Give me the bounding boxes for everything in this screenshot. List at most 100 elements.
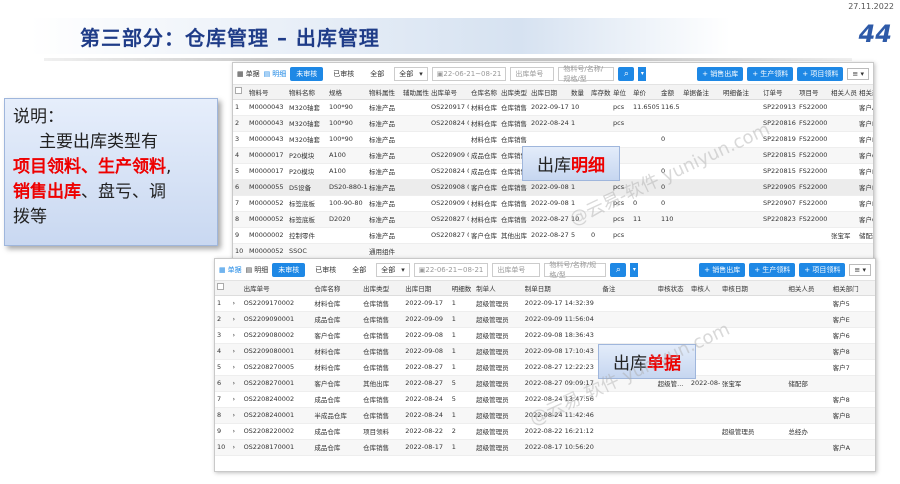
view-details[interactable]: ▤ 明细 [264, 69, 287, 79]
type-select[interactable]: 全部 ▾ [376, 262, 410, 277]
table-cell: OS220824 0001 [429, 163, 469, 180]
project-picking-button[interactable]: + 项目领料 [799, 262, 846, 277]
column-header[interactable]: 出库单号 [241, 281, 313, 296]
sales-outbound-button[interactable]: + 销售出库 [699, 262, 746, 277]
table-cell [655, 439, 689, 456]
column-header[interactable]: 仓库名称 [312, 281, 362, 296]
table-cell: 100*90 [327, 131, 367, 148]
column-header[interactable]: 相关部门 [857, 85, 873, 100]
table-cell: 2022-08-27 12:22:23 [522, 359, 601, 376]
view-documents[interactable]: ▦ 单据 [219, 265, 242, 275]
tab-reviewed[interactable]: 已审核 [309, 263, 342, 277]
search-button[interactable]: ⌕ [618, 66, 635, 81]
column-header[interactable]: 出库日期 [403, 281, 450, 296]
table-cell [719, 311, 787, 328]
table-row[interactable]: 8M0000052标签底板D2020标准产品 OS220827 0005材料仓库仓… [233, 211, 873, 228]
order-no-input[interactable]: 出库单号 [510, 66, 555, 81]
table-row[interactable]: 2M0000043M320轴套100*90标准产品 OS220824 0002材料… [233, 115, 873, 132]
column-header[interactable]: 相关部门 [830, 281, 875, 296]
column-header[interactable]: 辅助属性 [401, 85, 429, 100]
table-cell: P20模块 [287, 147, 327, 164]
column-header[interactable]: 相关人员 [829, 85, 857, 100]
project-picking-button[interactable]: + 项目领料 [797, 66, 844, 81]
column-header[interactable]: 单价 [631, 85, 659, 100]
tab-unreviewed[interactable]: 未审核 [272, 262, 306, 277]
column-header[interactable]: 明细数 [449, 281, 475, 296]
column-header[interactable]: 出库类型 [499, 85, 529, 100]
column-menu-button[interactable]: ≡ ▾ [847, 67, 869, 80]
column-header[interactable] [233, 85, 247, 100]
tab-unreviewed[interactable]: 未审核 [290, 66, 324, 81]
tab-reviewed[interactable]: 已审核 [327, 67, 360, 81]
material-search-input[interactable]: 物料号/名称/规格/型 [544, 261, 607, 279]
search-dropdown-button[interactable]: ▾ [630, 262, 639, 277]
column-header[interactable]: 单据备注 [681, 85, 721, 100]
table-row[interactable]: 1M0000043M320轴套100*90标准产品 OS220917 0002材料… [233, 99, 873, 116]
table-cell [829, 211, 857, 228]
column-header[interactable] [230, 281, 242, 296]
table-cell: 其他出库 [499, 227, 529, 244]
production-picking-button[interactable]: + 生产领料 [747, 66, 794, 81]
table-cell: M0000043 [247, 99, 287, 116]
table-row[interactable]: 4 › OS2209080001 材料仓库 仓库销售 2022-09-08 1 超级管理员 20… [215, 343, 875, 360]
table-row[interactable]: 2 › OS2209090001 成品仓库 仓库销售 2022-09-09 1 超级管理员 20… [215, 311, 875, 328]
table-row[interactable]: 10 › OS2208170001 成品仓库 仓库销售 2022-08-17 1 超级管理员 2… [215, 439, 875, 456]
column-header[interactable]: 库存数 [589, 85, 611, 100]
column-header[interactable]: 订单号 [761, 85, 797, 100]
column-header[interactable]: 出库单号 [429, 85, 469, 100]
tab-all[interactable]: 全部 [346, 263, 372, 277]
column-header[interactable]: 明细备注 [721, 85, 761, 100]
table-row[interactable]: 3 › OS2209080002 客户仓库 仓库销售 2022-09-08 1 超级管理员 20… [215, 327, 875, 344]
date-range-input[interactable]: ▣ 22-06-21~08-21 [413, 262, 489, 277]
column-header[interactable]: 制单日期 [522, 281, 601, 296]
table-cell: M0000002 [247, 227, 287, 244]
table-cell: pcs [611, 211, 631, 228]
table-cell: 张宝军 [829, 227, 857, 244]
view-details[interactable]: ▤ 明细 [246, 265, 269, 275]
table-row[interactable]: 7M0000052标签底板100-90-80标准产品 OS220909 0001材… [233, 195, 873, 212]
select-all-checkbox[interactable] [217, 283, 224, 291]
table-cell: 仓库销售 [499, 195, 529, 212]
column-header[interactable]: 物料号 [247, 85, 287, 100]
column-header[interactable]: 出库类型 [361, 281, 404, 296]
column-header[interactable]: 制单人 [474, 281, 523, 296]
row-number: 6 [233, 179, 247, 196]
select-all-checkbox[interactable] [235, 87, 242, 95]
column-header[interactable]: 出库日期 [529, 85, 569, 100]
column-menu-button[interactable]: ≡ ▾ [849, 263, 871, 276]
sales-outbound-button[interactable]: + 销售出库 [697, 66, 744, 81]
material-search-input[interactable]: 物料号/名称/规格/型 [558, 65, 615, 83]
table-cell [600, 327, 656, 344]
title-divider [44, 58, 852, 61]
production-picking-button[interactable]: + 生产领料 [749, 262, 796, 277]
column-header[interactable]: 规格 [327, 85, 367, 100]
date-range-input[interactable]: ▣ 22-06-21~08-21 [431, 66, 507, 81]
column-header[interactable]: 项目号 [797, 85, 829, 100]
order-no-input[interactable]: 出库单号 [492, 262, 541, 277]
type-select[interactable]: 全部 ▾ [394, 66, 428, 81]
table-row[interactable]: 9M0000002控制零件 标准产品 OS220827 0001客户仓库其他出库20… [233, 227, 873, 244]
table-row[interactable]: 1 › OS2209170002 材料仓库 仓库销售 2022-09-17 1 超级管理员 20… [215, 295, 875, 312]
column-header[interactable]: 相关人员 [786, 281, 831, 296]
column-header[interactable]: 数量 [569, 85, 589, 100]
view-documents[interactable]: ▦ 单据 [237, 69, 260, 79]
tab-all[interactable]: 全部 [364, 67, 390, 81]
table-row[interactable]: 10 M0000052 SSOC 通用组件 [233, 243, 873, 259]
table-cell [655, 391, 689, 408]
column-header[interactable]: 审核状态 [655, 281, 689, 296]
column-header[interactable]: 金额 [659, 85, 681, 100]
table-row[interactable]: 6M0000055D5设备DS20-880-1标准产品 OS220908 0002… [233, 179, 873, 196]
column-header[interactable]: 物料名称 [287, 85, 327, 100]
column-header[interactable]: 单位 [611, 85, 631, 100]
table-row[interactable]: 5 › OS2208270005 材料仓库 仓库销售 2022-08-27 1 超级管理员 20… [215, 359, 875, 376]
column-header[interactable]: 物料属性 [367, 85, 401, 100]
column-header[interactable]: 审核日期 [719, 281, 787, 296]
table-row[interactable]: 3 M0000043 M320轴套 100*90 标准产品 材料仓库 仓库销售 0 SP2208… [233, 131, 873, 148]
search-button[interactable]: ⌕ [610, 262, 627, 277]
column-header[interactable] [215, 281, 231, 296]
search-dropdown-button[interactable]: ▾ [638, 66, 647, 81]
column-header[interactable]: 仓库名称 [469, 85, 499, 100]
column-header[interactable]: 备注 [600, 281, 656, 296]
column-header[interactable]: 审核人 [688, 281, 720, 296]
table-row[interactable]: 6 › OS2208270001 客户仓库 其他出库 2022-08-27 5 超级管理员 20… [215, 375, 875, 392]
